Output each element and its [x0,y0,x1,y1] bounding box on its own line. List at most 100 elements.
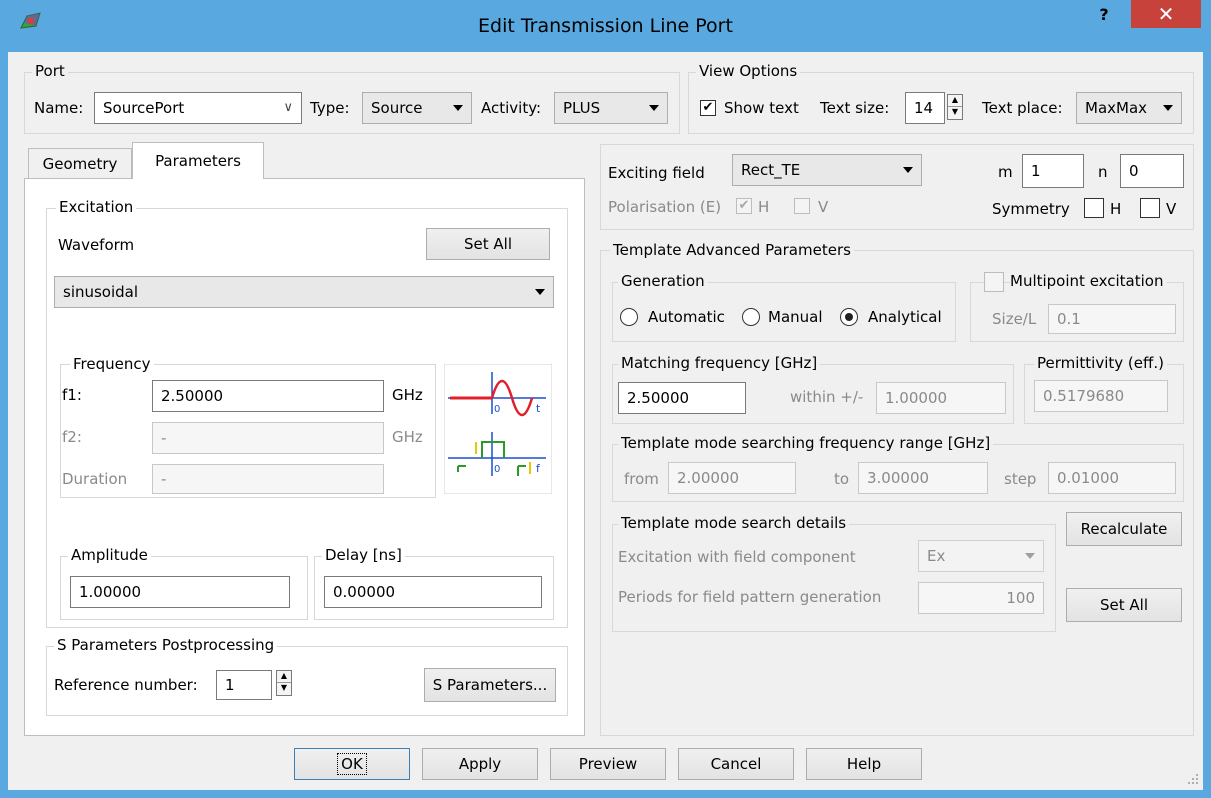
search-details-title: Template mode search details [618,514,850,532]
generation-automatic-label: Automatic [648,308,725,326]
polarisation-h-label: H [758,198,770,216]
text-size-spinner[interactable]: ▲ ▼ [947,94,963,120]
svg-text:0: 0 [494,404,500,415]
n-value: 0 [1129,162,1139,180]
periods-input: 100 [918,582,1044,614]
sparams-group-title: S Parameters Postprocessing [54,636,278,654]
apply-button[interactable]: Apply [422,748,538,780]
help-title-button[interactable]: ? [1090,4,1118,26]
activity-label: Activity: [481,99,542,117]
generation-manual-label: Manual [768,308,823,326]
waveform-combo[interactable]: sinusoidal [54,276,554,308]
spin-down-icon[interactable]: ▼ [277,683,291,695]
tab-parameters[interactable]: Parameters [132,142,264,179]
type-combo[interactable]: Source [362,92,472,124]
text-size-input[interactable]: 14 [905,92,945,124]
ok-button[interactable]: OK [294,748,410,780]
name-combo[interactable]: SourcePort ∨ [94,92,302,124]
dropdown-arrow-icon [1025,553,1035,559]
field-component-value: Ex [927,547,946,565]
generation-analytical-label: Analytical [868,308,942,326]
f1-input[interactable]: 2.50000 [152,380,384,412]
matching-frequency-title: Matching frequency [GHz] [618,354,821,372]
reference-number-value: 1 [225,676,235,694]
exciting-field-combo[interactable]: Rect_TE [732,154,922,186]
recalculate-label: Recalculate [1080,520,1168,538]
activity-combo[interactable]: PLUS [554,92,668,124]
f1-label: f1: [62,386,82,404]
amplitude-title: Amplitude [68,546,151,564]
m-label: m [998,163,1013,181]
window-title: Edit Transmission Line Port [478,15,733,37]
type-label: Type: [310,99,350,117]
duration-input: - [152,464,384,494]
permittivity-value: 0.5179680 [1043,387,1125,405]
multipoint-label: Multipoint excitation [1010,272,1167,290]
within-input: 1.00000 [876,382,1006,414]
close-button[interactable]: ✕ [1131,0,1201,28]
title-bar[interactable]: Edit Transmission Line Port ? ✕ [0,0,1211,52]
s-parameters-button[interactable]: S Parameters... [424,668,556,702]
f2-label: f2: [62,428,82,446]
resize-grip-icon[interactable] [1186,772,1200,786]
duration-value: - [161,470,167,488]
permittivity-title: Permittivity (eff.) [1034,354,1167,372]
excitation-group-title: Excitation [56,198,137,216]
tab-geometry-label: Geometry [42,154,118,173]
polarisation-label: Polarisation (E) [608,198,722,216]
frequency-group-title: Frequency [70,355,154,373]
range-step-value: 0.01000 [1057,469,1120,487]
spin-down-icon[interactable]: ▼ [948,107,962,119]
polarisation-v-label: V [818,198,829,216]
generation-analytical-radio[interactable] [840,308,858,326]
reference-number-label: Reference number: [54,676,198,694]
ok-label: OK [337,753,367,775]
multipoint-checkbox [984,272,1004,292]
text-size-value: 14 [914,99,934,117]
dropdown-arrow-icon [903,167,913,173]
m-input[interactable]: 1 [1022,154,1084,188]
excitation-set-all-button[interactable]: Set All [426,228,550,260]
reference-number-spinner[interactable]: ▲ ▼ [276,670,292,696]
polarisation-h-checkbox: ✔ [736,198,752,214]
symmetry-v-checkbox[interactable] [1140,198,1160,218]
svg-text:t: t [536,402,541,415]
within-value: 1.00000 [885,389,948,407]
matching-frequency-input[interactable]: 2.50000 [618,382,746,414]
permittivity-input: 0.5179680 [1034,380,1168,412]
excitation-set-all-label: Set All [464,235,512,253]
range-step-input: 0.01000 [1048,462,1176,494]
delay-title: Delay [ns] [322,546,405,564]
preview-button[interactable]: Preview [550,748,666,780]
show-text-checkbox[interactable]: ✔ [700,100,716,116]
f2-unit: GHz [392,428,423,446]
n-input[interactable]: 0 [1120,154,1184,188]
name-label: Name: [34,99,84,117]
symmetry-h-checkbox[interactable] [1084,198,1104,218]
generation-automatic-radio[interactable] [620,308,638,326]
delay-input[interactable]: 0.00000 [324,576,542,608]
cancel-button[interactable]: Cancel [678,748,794,780]
reference-number-input[interactable]: 1 [216,670,272,700]
sinusoid-preview-icon: 0 t 0 f [444,364,552,494]
dropdown-arrow-icon [453,105,463,111]
tab-geometry[interactable]: Geometry [28,148,132,178]
text-place-combo[interactable]: MaxMax [1076,92,1182,124]
waveform-value: sinusoidal [63,283,139,301]
waveform-label: Waveform [58,236,135,254]
spin-up-icon[interactable]: ▲ [948,95,962,107]
advanced-set-all-button[interactable]: Set All [1066,588,1182,622]
help-label: Help [846,755,882,773]
n-label: n [1098,163,1108,181]
help-button[interactable]: Help [806,748,922,780]
within-label: within +/- [790,388,864,406]
amplitude-input[interactable]: 1.00000 [70,576,290,608]
spin-up-icon[interactable]: ▲ [277,671,291,683]
advanced-group-title: Template Advanced Parameters [610,241,854,259]
tab-parameters-label: Parameters [155,152,241,170]
generation-manual-radio[interactable] [742,308,760,326]
name-value: SourcePort [103,99,185,117]
duration-label: Duration [62,470,128,488]
recalculate-button[interactable]: Recalculate [1066,512,1182,546]
s-parameters-button-label: S Parameters... [432,676,548,694]
